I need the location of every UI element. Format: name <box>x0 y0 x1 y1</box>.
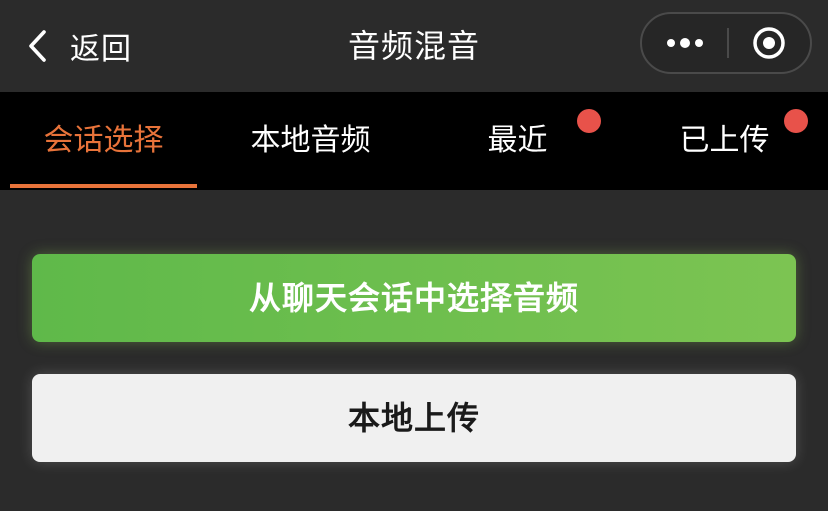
close-button[interactable] <box>728 14 810 72</box>
uploaded-badge-dot <box>784 109 808 133</box>
recent-badge-dot <box>577 109 601 133</box>
more-dots-icon <box>667 38 703 48</box>
tab-chat-select[interactable]: 会话选择 <box>10 92 197 190</box>
target-circle-icon <box>753 27 785 59</box>
tab-recent[interactable]: 最近 <box>414 92 621 190</box>
local-upload-button[interactable]: 本地上传 <box>32 374 796 462</box>
tab-bar: 会话选择 本地音频 最近 已上传 <box>0 92 828 190</box>
tab-uploaded[interactable]: 已上传 <box>621 92 828 190</box>
tab-local-audio[interactable]: 本地音频 <box>207 92 414 190</box>
mini-program-capsule <box>640 12 812 74</box>
active-tab-indicator <box>10 184 197 188</box>
navigation-bar: 返回 音频混音 <box>0 0 828 92</box>
select-from-chat-button[interactable]: 从聊天会话中选择音频 <box>32 254 796 342</box>
more-button[interactable] <box>642 14 728 72</box>
